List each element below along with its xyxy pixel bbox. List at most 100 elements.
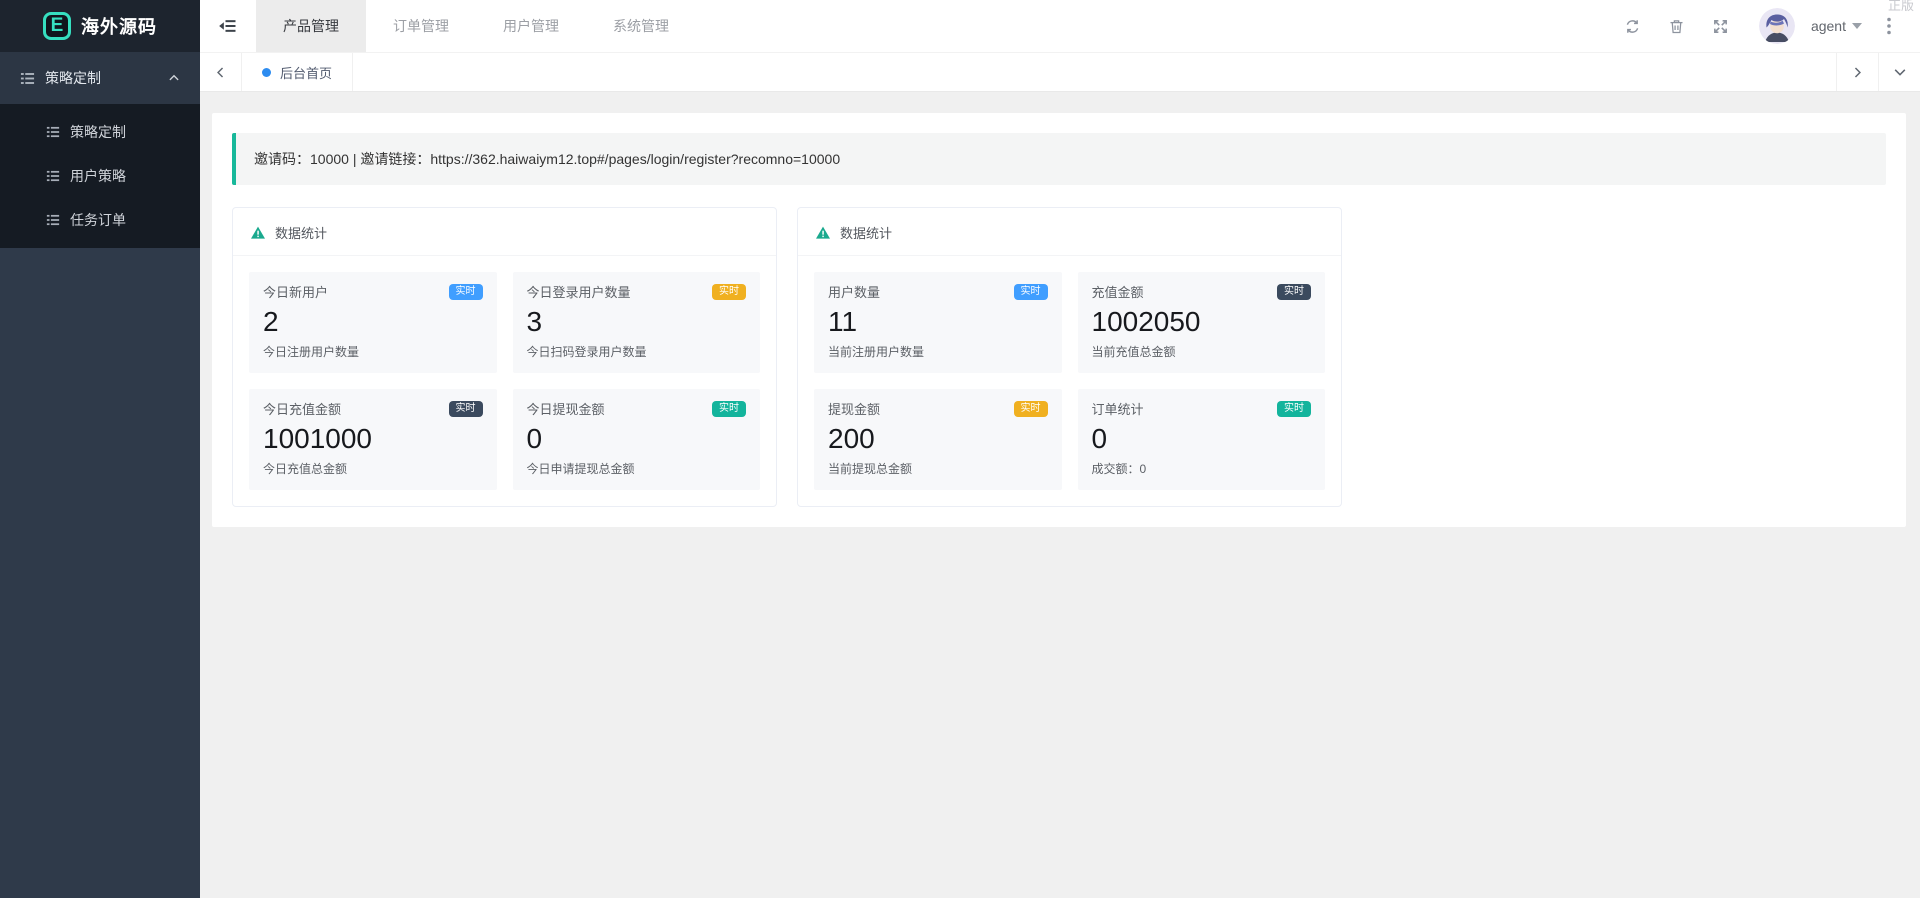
stat-label: 用户数量: [828, 285, 881, 300]
realtime-badge: 实时: [1013, 401, 1048, 417]
chevron-right-icon: [1851, 66, 1864, 79]
app-title: 海外源码: [81, 17, 157, 37]
stat-subtitle: 当前注册用户数量: [828, 345, 925, 359]
user-name-label: agent: [1810, 18, 1846, 34]
fullscreen-icon: [1712, 18, 1729, 35]
tags-spacer: [353, 53, 1836, 91]
nav-tab-users[interactable]: 用户管理: [476, 0, 586, 52]
refresh-icon: [1624, 18, 1641, 35]
stat-tile-login-users-today: 今日登录用户数量 实时 3 今日扫码登录用户数量: [512, 272, 760, 373]
stat-subtitle: 今日注册用户数量: [263, 345, 360, 359]
stats-panel-today: 数据统计 今日新用户 实时 2 今日注册用户数量 今日登录用户数量 实时 3 今…: [232, 207, 777, 507]
sidebar-item-label: 任务订单: [70, 212, 126, 228]
active-tab-dot: [262, 67, 271, 77]
stat-tile-withdraw-today: 今日提现金额 实时 0 今日申请提现总金额: [512, 389, 760, 490]
stat-subtitle: 当前提现总金额: [828, 462, 913, 476]
stat-subtitle: 成交额：0: [1091, 462, 1147, 476]
sidebar-submenu: 策略定制 用户策略 任务订单: [0, 104, 200, 248]
stat-value: 3: [526, 306, 543, 337]
warning-triangle-icon: [250, 225, 266, 241]
stat-subtitle: 今日扫码登录用户数量: [526, 345, 647, 359]
stat-value: 200: [828, 423, 875, 454]
tab-dashboard-home[interactable]: 后台首页: [242, 53, 354, 91]
refresh-button[interactable]: [1615, 8, 1651, 44]
chevron-down-icon: [1893, 65, 1907, 79]
fullscreen-button[interactable]: [1703, 8, 1739, 44]
user-menu[interactable]: agent: [1811, 18, 1862, 34]
header-actions: agent: [1615, 0, 1920, 52]
chevron-down-icon: [1852, 23, 1862, 29]
trash-icon: [1668, 18, 1685, 35]
warning-triangle-icon: [815, 225, 831, 241]
tab-label: 后台首页: [280, 65, 333, 81]
logo-e-icon: E: [43, 12, 71, 40]
realtime-badge: 实时: [712, 284, 746, 300]
panel-body: 用户数量 实时 11 当前注册用户数量 充值金额 实时 1002050 当前充值…: [798, 256, 1341, 506]
sidebar-item-strategy-custom[interactable]: 策略定制: [0, 110, 200, 154]
tags-view-bar: 后台首页: [200, 52, 1920, 92]
stat-label: 今日充值金额: [263, 402, 342, 417]
stat-tile-withdraw-total: 提现金额 实时 200 当前提现总金额: [814, 389, 1062, 490]
stat-label: 提现金额: [828, 402, 881, 417]
nav-tab-system[interactable]: 系统管理: [586, 0, 696, 52]
more-options-button[interactable]: [1874, 8, 1904, 44]
stat-label: 今日登录用户数量: [526, 285, 631, 300]
tags-scroll-right-button[interactable]: [1836, 53, 1878, 91]
user-avatar[interactable]: [1758, 8, 1795, 44]
invite-banner-text: 邀请码：10000 | 邀请链接：https://362.haiwaiym12.…: [254, 151, 841, 167]
main-content: 邀请码：10000 | 邀请链接：https://362.haiwaiym12.…: [200, 93, 1920, 898]
stats-panels: 数据统计 今日新用户 实时 2 今日注册用户数量 今日登录用户数量 实时 3 今…: [232, 207, 1886, 507]
stat-label: 充值金额: [1091, 285, 1144, 300]
nav-tab-products[interactable]: 产品管理: [256, 0, 366, 52]
stat-value: 11: [828, 306, 858, 337]
stat-value: 2: [263, 306, 279, 337]
sidebar-item-label: 用户策略: [70, 168, 126, 184]
realtime-badge: 实时: [1277, 284, 1311, 300]
list-icon: [46, 125, 60, 139]
nav-tab-orders[interactable]: 订单管理: [366, 0, 476, 52]
fold-menu-icon: [218, 16, 238, 36]
header-main: 产品管理 订单管理 用户管理 系统管理 agent 正版: [200, 0, 1920, 52]
stat-label: 订单统计: [1091, 402, 1144, 417]
sidebar-item-user-strategy[interactable]: 用户策略: [0, 154, 200, 198]
stat-label: 今日提现金额: [526, 402, 605, 417]
stat-subtitle: 今日申请提现总金额: [526, 462, 635, 476]
realtime-badge: 实时: [448, 284, 483, 300]
realtime-badge: 实时: [712, 401, 746, 417]
header-spacer: [696, 0, 1615, 52]
panel-header: 数据统计: [798, 208, 1341, 256]
stats-panel-total: 数据统计 用户数量 实时 11 当前注册用户数量 充值金额 实时 1002050…: [797, 207, 1342, 507]
stat-tile-order-stats: 订单统计 实时 0 成交额：0: [1077, 389, 1325, 490]
tags-scroll-left-button[interactable]: [200, 53, 242, 91]
content-wrapper: 邀请码：10000 | 邀请链接：https://362.haiwaiym12.…: [212, 113, 1906, 527]
list-icon: [46, 213, 60, 227]
panel-title: 数据统计: [840, 226, 893, 241]
chevron-up-icon: [168, 72, 180, 84]
chevron-left-icon: [214, 66, 227, 79]
stat-tile-recharge-total: 充值金额 实时 1002050 当前充值总金额: [1077, 272, 1325, 373]
realtime-badge: 实时: [1277, 401, 1311, 417]
sidebar: 策略定制 策略定制 用户策略 任务订单: [0, 52, 200, 898]
sidebar-group-label: 策略定制: [45, 70, 101, 86]
panel-body: 今日新用户 实时 2 今日注册用户数量 今日登录用户数量 实时 3 今日扫码登录…: [233, 256, 776, 506]
sidebar-fold-button[interactable]: [200, 0, 256, 52]
stat-value: 1001000: [263, 423, 373, 454]
trash-button[interactable]: [1659, 8, 1695, 44]
list-icon: [20, 71, 35, 86]
stat-value: 0: [1091, 423, 1108, 454]
stat-subtitle: 今日充值总金额: [263, 462, 348, 476]
stat-tile-recharge-today: 今日充值金额 实时 1001000 今日充值总金额: [249, 389, 497, 490]
stat-label: 今日新用户: [263, 285, 329, 300]
sidebar-item-task-orders[interactable]: 任务订单: [0, 198, 200, 242]
tags-menu-button[interactable]: [1878, 53, 1920, 91]
stat-value: 1002050: [1091, 306, 1201, 337]
realtime-badge: 实时: [448, 401, 483, 417]
app-logo[interactable]: E 海外源码: [0, 0, 200, 52]
panel-title: 数据统计: [275, 226, 328, 241]
realtime-badge: 实时: [1013, 284, 1048, 300]
stat-subtitle: 当前充值总金额: [1091, 345, 1176, 359]
top-header: E 海外源码 产品管理 订单管理 用户管理 系统管理 agent 正版: [0, 0, 1920, 52]
stat-value: 0: [526, 423, 543, 454]
admin-dashboard: E 海外源码 产品管理 订单管理 用户管理 系统管理 agent 正版 策略定制…: [0, 0, 1920, 898]
sidebar-group-strategy[interactable]: 策略定制: [0, 52, 200, 104]
